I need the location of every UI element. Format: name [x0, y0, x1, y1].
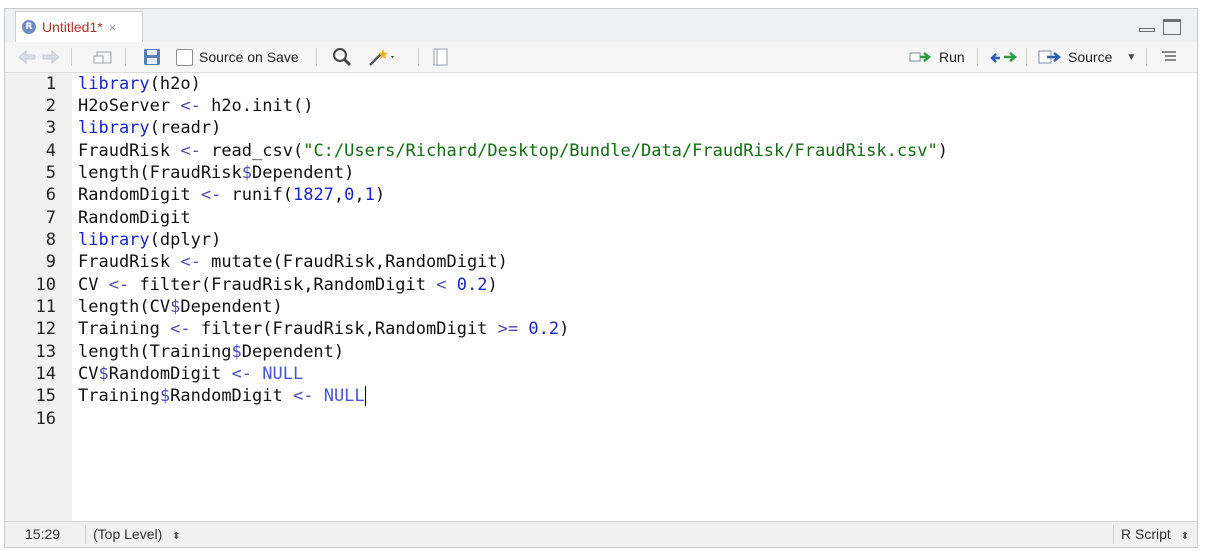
cursor-position: 15:29	[25, 526, 61, 542]
run-button[interactable]: Run	[909, 46, 965, 68]
code-line: RandomDigit <- runif(1827,0,1)	[78, 185, 386, 205]
line-number: 15	[35, 386, 56, 406]
filetype-label: R Script	[1121, 526, 1171, 542]
line-number-gutter: 1 2 3 4 5 6 7 8 9 10 11 12 13 14 15 16	[5, 73, 72, 524]
code-line: length(FraudRisk$Dependent)	[78, 163, 355, 183]
code-line: library(readr)	[78, 118, 222, 138]
source-on-save-label: Source on Save	[199, 49, 299, 65]
line-number: 9	[45, 252, 56, 272]
line-number: 1	[45, 74, 56, 94]
code-line: library(dplyr)	[78, 230, 222, 250]
line-number: 16	[35, 409, 56, 429]
source-on-save-toggle[interactable]: Source on Save	[176, 46, 299, 68]
code-line: RandomDigit	[78, 208, 191, 228]
line-number: 4	[45, 141, 56, 161]
editor-toolbar: Source on Save Run Source ▼	[5, 42, 1197, 73]
line-number: 13	[35, 342, 56, 362]
run-label: Run	[939, 49, 965, 65]
code-tools-wand-icon[interactable]	[367, 46, 397, 68]
line-number: 8	[45, 230, 56, 250]
filetype-selector[interactable]: R Script ⬍	[1121, 526, 1189, 542]
rerun-icon[interactable]	[990, 46, 1018, 68]
scope-label: (Top Level)	[93, 526, 163, 542]
code-line: Training$RandomDigit <- NULL	[78, 386, 366, 406]
save-icon[interactable]	[143, 46, 161, 68]
line-number: 11	[35, 297, 56, 317]
filetype-updown-icon: ⬍	[1180, 531, 1190, 542]
code-line: FraudRisk <- read_csv("C:/Users/Richard/…	[78, 141, 949, 161]
scope-selector[interactable]: (Top Level) ⬍	[93, 526, 181, 542]
code-line: length(CV$Dependent)	[78, 297, 283, 317]
source-arrow-icon	[1038, 50, 1062, 64]
source-on-save-checkbox[interactable]	[176, 48, 193, 66]
forward-arrow-icon[interactable]	[41, 46, 61, 68]
source-button[interactable]: Source ▼	[1038, 46, 1136, 68]
code-line: library(h2o)	[78, 74, 201, 94]
source-label: Source	[1068, 49, 1113, 65]
code-line: CV$RandomDigit <- NULL	[78, 364, 304, 384]
line-number: 14	[35, 364, 56, 384]
line-number: 2	[45, 96, 56, 116]
tab-untitled1[interactable]: R Untitled1* ×	[15, 11, 143, 42]
code-line: H2oServer <- h2o.init()	[78, 96, 314, 116]
minimize-pane-icon[interactable]	[1139, 19, 1155, 35]
code-line: CV <- filter(FraudRisk,RandomDigit < 0.2…	[78, 275, 498, 295]
search-icon[interactable]	[332, 46, 352, 68]
show-in-window-icon[interactable]	[93, 46, 113, 68]
tab-title: Untitled1*	[42, 19, 103, 35]
r-file-icon: R	[22, 20, 36, 34]
close-tab-icon[interactable]: ×	[109, 20, 117, 35]
back-arrow-icon[interactable]	[17, 46, 37, 68]
code-line: Training <- filter(FraudRisk,RandomDigit…	[78, 319, 570, 339]
line-number: 6	[45, 185, 56, 205]
line-number: 10	[35, 275, 56, 295]
text-cursor	[364, 386, 366, 406]
code-line: length(Training$Dependent)	[78, 342, 345, 362]
source-dropdown-icon[interactable]: ▼	[1126, 52, 1136, 63]
document-outline-icon[interactable]	[1160, 46, 1178, 68]
status-bar: 15:29 (Top Level) ⬍ R Script ⬍	[5, 521, 1197, 547]
maximize-pane-icon[interactable]	[1163, 19, 1181, 35]
scope-updown-icon: ⬍	[172, 531, 181, 542]
tab-bar: R Untitled1* ×	[5, 9, 1197, 43]
line-number: 3	[45, 118, 56, 138]
line-number: 5	[45, 163, 56, 183]
line-number: 7	[45, 208, 56, 228]
source-editor-pane: R Untitled1* × Source on Save Run Source…	[4, 8, 1198, 548]
code-line: FraudRisk <- mutate(FraudRisk,RandomDigi…	[78, 252, 508, 272]
line-number: 12	[35, 319, 56, 339]
compile-report-icon[interactable]	[433, 46, 449, 68]
run-arrow-icon	[909, 52, 932, 62]
